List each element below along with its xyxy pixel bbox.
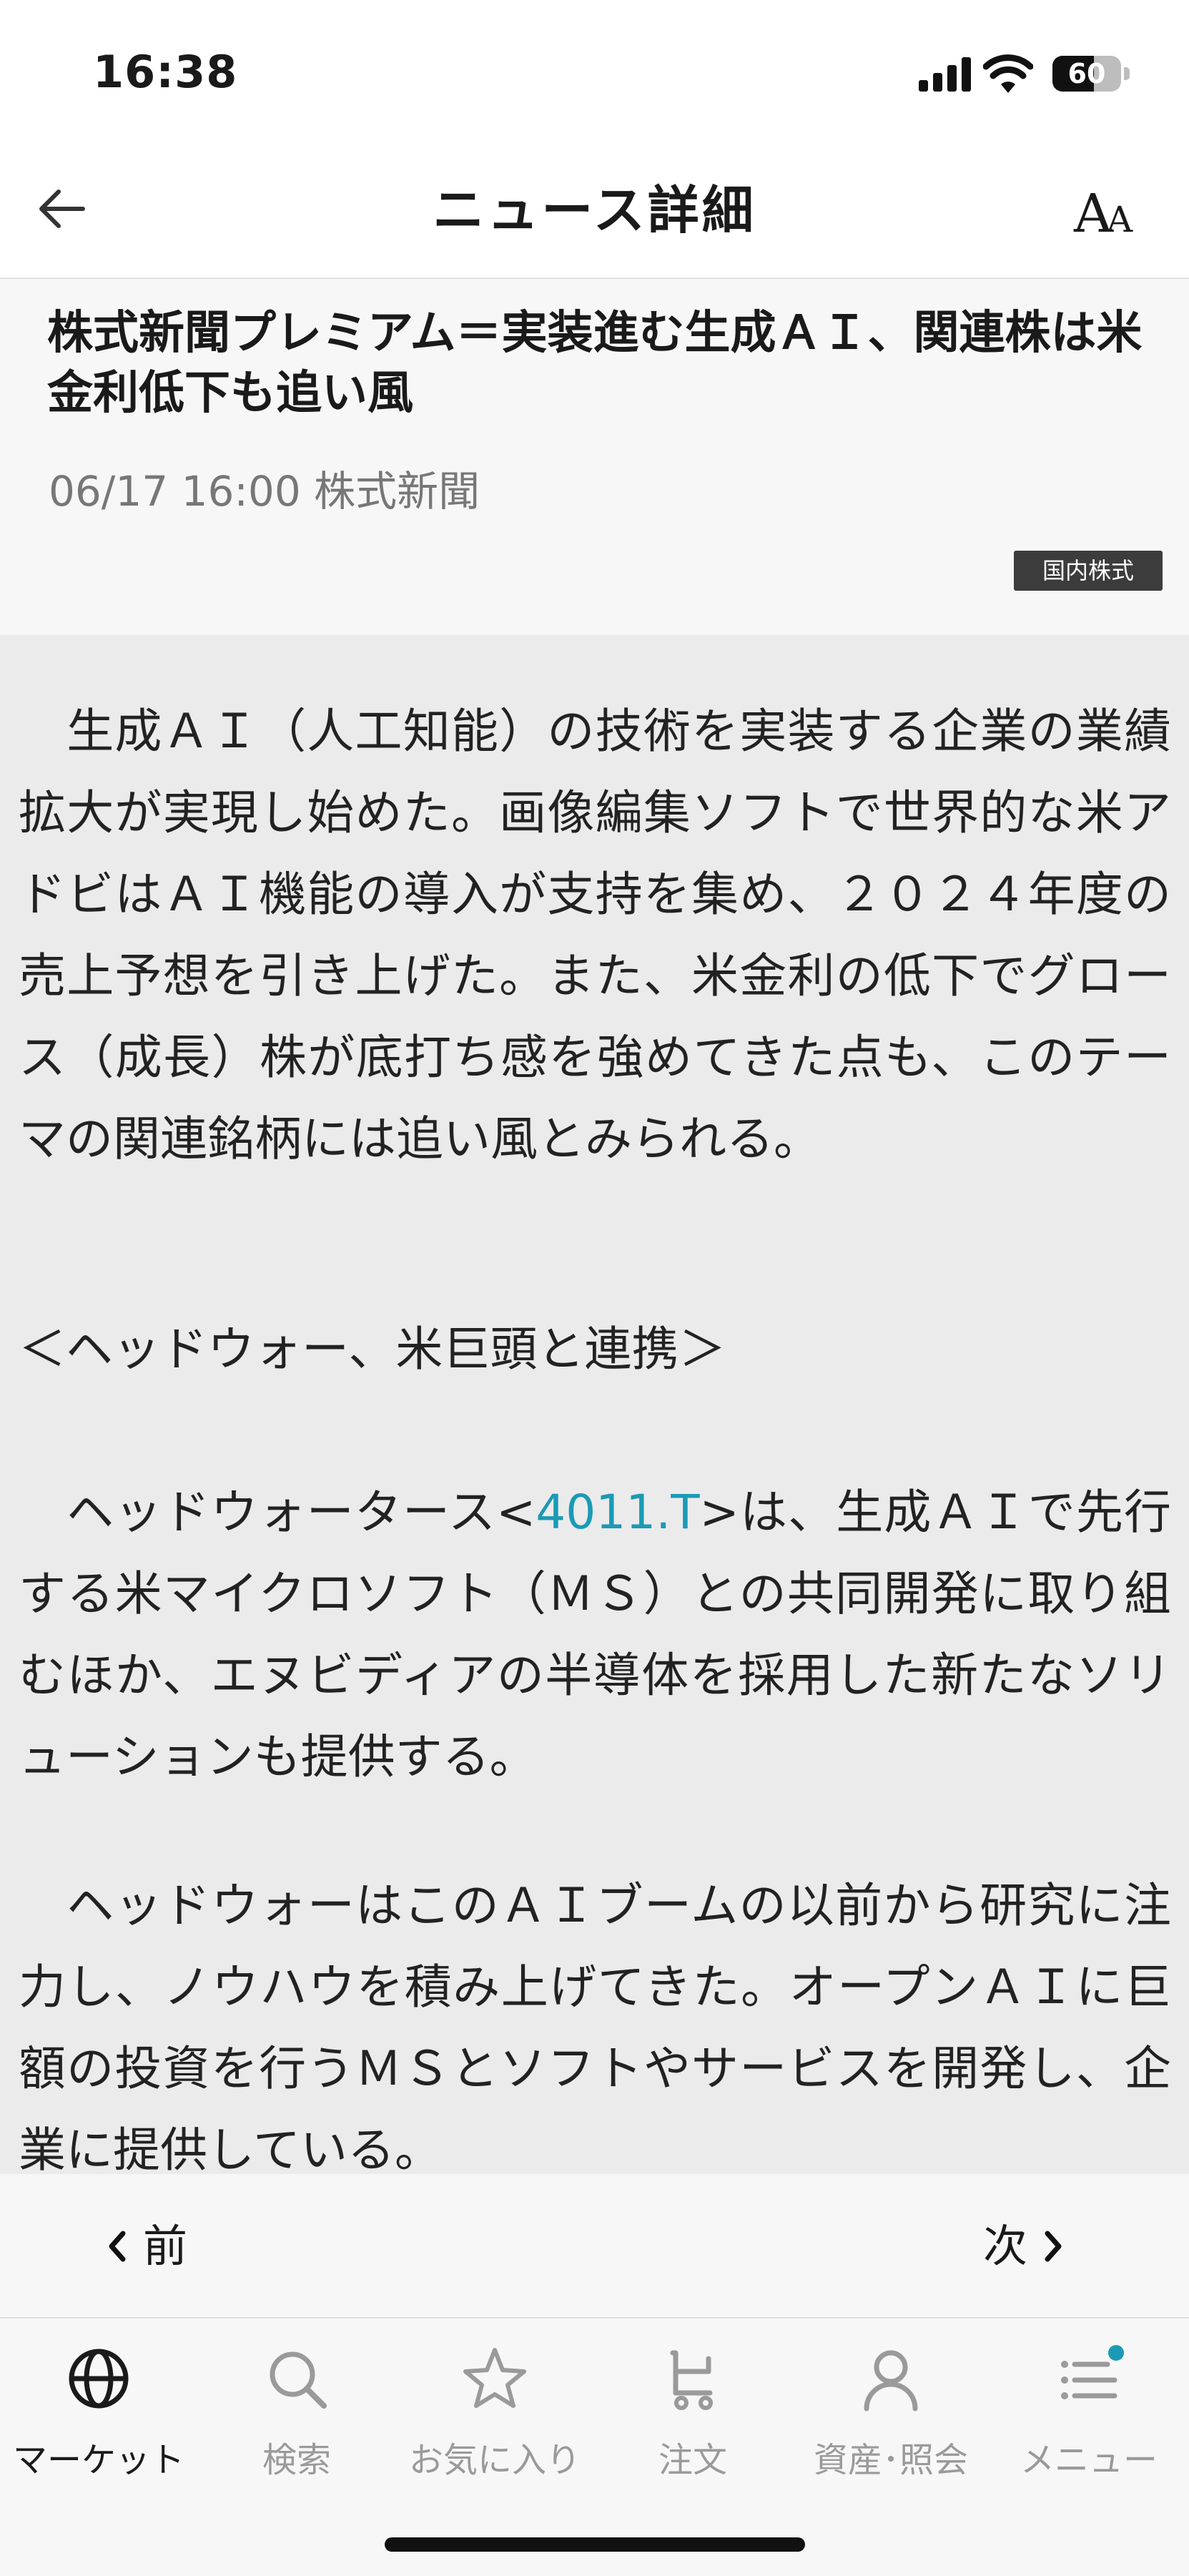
tab-label: メニュー <box>1020 2440 1158 2480</box>
globe-icon <box>69 2349 129 2409</box>
tab-favorites[interactable]: お気に入り <box>396 2340 593 2512</box>
tab-assets[interactable]: 資産･照会 <box>792 2340 990 2512</box>
status-time: 16:38 <box>93 46 238 98</box>
battery-icon: 60 <box>1052 56 1131 92</box>
category-badge: 国内株式 <box>1014 551 1163 591</box>
article-meta: 06/17 16:00 株式新聞 <box>49 458 480 518</box>
tab-bar: マーケット 検索 お気に入り 注文 資産･照会 メニュー <box>0 2317 1189 2576</box>
tab-market[interactable]: マーケット <box>0 2340 197 2512</box>
tab-label: 注文 <box>658 2440 727 2480</box>
next-label: 次 <box>983 2220 1028 2272</box>
next-article-button[interactable]: 次 <box>983 2214 1065 2278</box>
star-icon <box>463 2348 526 2408</box>
article-pager: 前 次 <box>0 2174 1189 2317</box>
cart-icon <box>670 2350 713 2410</box>
search-icon <box>270 2351 327 2409</box>
nav-header: ニュース詳細 A A <box>0 143 1189 279</box>
person-icon <box>864 2350 918 2412</box>
page-title: ニュース詳細 <box>433 180 756 240</box>
tab-order[interactable]: 注文 <box>594 2340 791 2512</box>
article-datetime: 06/17 16:00 <box>49 467 301 516</box>
tab-label: マーケット <box>12 2440 184 2480</box>
paragraph-text: ヘッドウォータース< <box>19 1485 536 1540</box>
prev-label: 前 <box>143 2220 188 2272</box>
article-header: 株式新聞プレミアム＝実装進む生成ＡＩ、関連株は米金利低下も追い風 06/17 1… <box>0 279 1189 635</box>
wifi-icon <box>983 54 1033 93</box>
article-body: 生成ＡＩ（人工知能）の技術を実装する企業の業績拡大が実現し始めた。画像編集ソフト… <box>0 635 1189 2174</box>
tab-label: 資産･照会 <box>813 2440 968 2480</box>
article-source: 株式新聞 <box>314 467 480 516</box>
font-size-icon-small: A <box>1107 199 1133 240</box>
status-bar: 16:38 60 <box>0 0 1189 143</box>
battery-level-text: 60 <box>1067 58 1106 89</box>
tab-menu[interactable]: メニュー <box>990 2340 1188 2512</box>
home-indicator <box>385 2537 805 2552</box>
tab-label: お気に入り <box>408 2440 581 2480</box>
article-section-heading: ＜ヘッドウォー、米巨頭と連携＞ <box>19 1322 726 1377</box>
tab-label: 検索 <box>262 2440 331 2480</box>
font-size-button[interactable]: A A <box>1067 177 1145 246</box>
article-paragraph-2: ヘッドウォータース<4011.T>は、生成ＡＩで先行する米マイクロソフト（ＭＳ）… <box>19 1472 1171 1798</box>
chevron-right-icon <box>1045 2231 1062 2262</box>
prev-article-button[interactable]: 前 <box>106 2214 187 2278</box>
ticker-link[interactable]: 4011.T <box>536 1485 699 1540</box>
menu-icon <box>1061 2345 1124 2399</box>
article-headline: 株式新聞プレミアム＝実装進む生成ＡＩ、関連株は米金利低下も追い風 <box>47 307 1143 420</box>
article-paragraph-1: 生成ＡＩ（人工知能）の技術を実装する企業の業績拡大が実現し始めた。画像編集ソフト… <box>19 704 1171 1166</box>
article-paragraph-3: ヘッドウォーはこのＡＩブームの以前から研究に注力し、ノウハウを積み上げてきた。オ… <box>19 1878 1171 2174</box>
cellular-signal-icon <box>919 57 971 92</box>
notification-dot <box>1108 2345 1124 2361</box>
tab-search[interactable]: 検索 <box>198 2340 395 2512</box>
chevron-left-icon <box>109 2231 126 2262</box>
